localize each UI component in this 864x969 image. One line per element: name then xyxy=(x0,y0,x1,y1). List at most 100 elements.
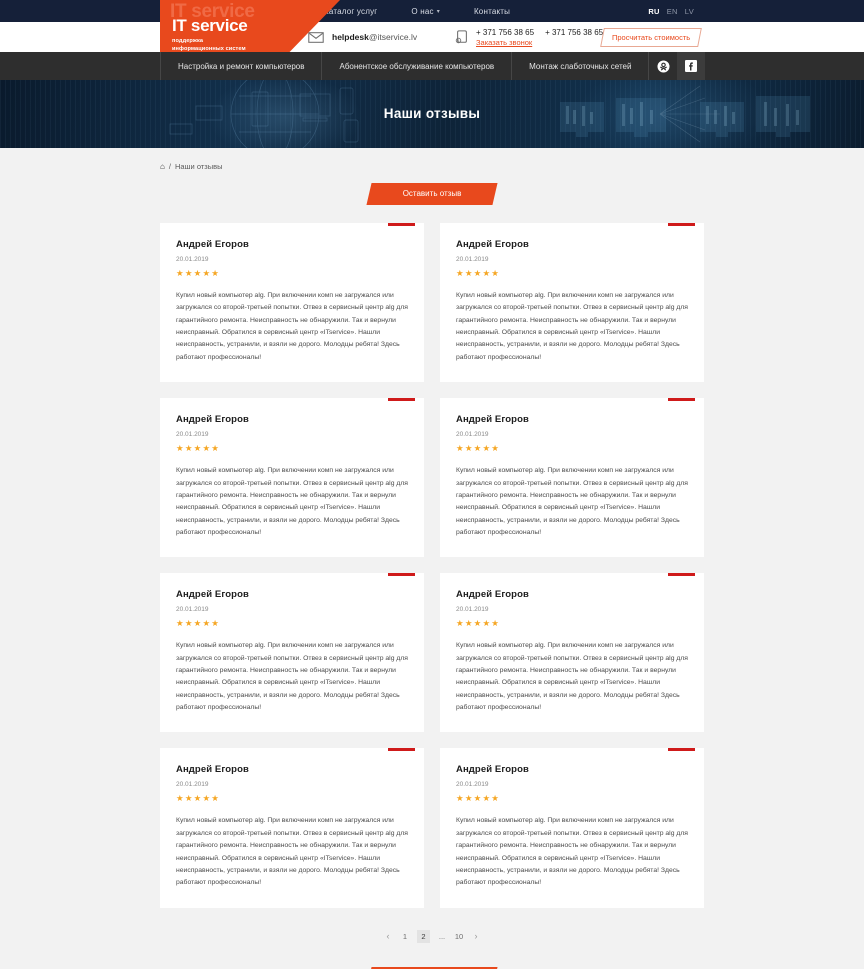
review-rating-stars: ★★★★★ xyxy=(176,618,221,629)
review-text: Купил новый компьютер alg. При включении… xyxy=(176,817,408,887)
chevron-down-icon: ▾ xyxy=(436,8,440,15)
review-author: Андрей Егоров xyxy=(456,764,529,776)
header-phone-2[interactable]: + 371 756 38 65 xyxy=(545,28,603,37)
nav-item-repair[interactable]: Настройка и ремонт компьютеров xyxy=(160,52,323,80)
card-accent-bar xyxy=(668,223,695,226)
review-text: Купил новый компьютер alg. При включении… xyxy=(456,817,688,887)
breadcrumb-separator: / xyxy=(168,162,171,171)
content-wrapper: ⌂ / Наши отзывы Оставить отзыв Андрей Ег… xyxy=(160,148,704,969)
reviews-grid: Андрей Егоров 20.01.2019 ★★★★★ Купил нов… xyxy=(160,223,704,908)
nav-item-networks[interactable]: Монтаж слаботочных сетей xyxy=(512,52,650,80)
review-rating-stars: ★★★★★ xyxy=(176,443,221,454)
review-text: Купил новый компьютер alg. При включении… xyxy=(456,642,688,712)
breadcrumb: ⌂ / Наши отзывы xyxy=(160,148,704,171)
header-email-domain: @itservice.lv xyxy=(368,32,418,42)
review-card: Андрей Егоров 20.01.2019 ★★★★★ Купил нов… xyxy=(440,748,704,908)
callback-link[interactable]: Заказать звонок xyxy=(476,38,603,47)
page-root: Каталог услуг О нас ▾ Контакты RU EN LV I… xyxy=(0,0,864,969)
review-card: Андрей Егоров 20.01.2019 ★★★★★ Купил нов… xyxy=(160,573,424,733)
envelope-icon xyxy=(308,31,324,43)
header-band: IT service IT service поддержка информац… xyxy=(0,0,864,52)
top-nav-item-about[interactable]: О нас ▾ xyxy=(411,7,440,16)
top-nav-item-contacts[interactable]: Контакты xyxy=(474,7,510,16)
header-phone-1[interactable]: + 371 756 38 65 xyxy=(476,28,534,37)
review-author: Андрей Егоров xyxy=(176,239,249,250)
pagination-page-10[interactable]: 10 xyxy=(454,932,464,941)
review-date: 20.01.2019 xyxy=(176,781,209,789)
header-phone-row: + 371 756 38 65 + 371 756 38 65 xyxy=(476,28,603,37)
header-phones: + 371 756 38 65 + 371 756 38 65 Заказать… xyxy=(476,28,603,47)
leave-review-button-top[interactable]: Оставить отзыв xyxy=(366,183,498,205)
top-nav-label: Контакты xyxy=(473,6,511,16)
review-card: Андрей Егоров 20.01.2019 ★★★★★ Купил нов… xyxy=(440,398,704,558)
pagination-ellipsis: ... xyxy=(438,931,446,941)
review-rating-stars: ★★★★★ xyxy=(176,268,221,278)
nav-social-links xyxy=(649,52,706,80)
review-date: 20.01.2019 xyxy=(456,781,489,789)
lang-option-en[interactable]: EN xyxy=(667,7,678,16)
review-date: 20.01.2019 xyxy=(456,606,489,614)
review-date: 20.01.2019 xyxy=(456,256,489,263)
main-nav-items: Настройка и ремонт компьютеров Абонентск… xyxy=(160,52,706,80)
pagination-page-1[interactable]: 1 xyxy=(400,932,410,941)
review-author: Андрей Егоров xyxy=(456,239,529,250)
card-accent-bar xyxy=(668,573,695,577)
phone-call-icon: $ xyxy=(455,30,467,44)
hero-banner: Наши отзывы xyxy=(0,80,864,148)
breadcrumb-current: Наши отзывы xyxy=(174,162,223,171)
nav-item-subscription[interactable]: Абонентское обслуживание компьютеров xyxy=(322,52,513,80)
header-phone-block: $ + 371 756 38 65 + 371 756 38 65 Заказа… xyxy=(455,22,603,52)
review-author: Андрей Егоров xyxy=(456,414,529,426)
top-bar: Каталог услуг О нас ▾ Контакты RU EN LV xyxy=(0,0,864,22)
review-date: 20.01.2019 xyxy=(176,431,209,439)
review-author: Андрей Егоров xyxy=(176,414,249,426)
review-date: 20.01.2019 xyxy=(456,431,489,439)
home-icon[interactable]: ⌂ xyxy=(160,162,165,171)
card-accent-bar xyxy=(668,748,695,752)
leave-review-label: Оставить отзыв xyxy=(402,189,462,198)
pagination-prev[interactable]: ‹ xyxy=(383,931,393,941)
lang-option-lv[interactable]: LV xyxy=(685,7,694,16)
calculate-cost-label: Просчитать стоимость xyxy=(611,33,690,42)
facebook-icon[interactable] xyxy=(677,52,706,80)
header-email-block[interactable]: helpdesk@itservice.lv xyxy=(308,22,417,52)
review-card: Андрей Егоров 20.01.2019 ★★★★★ Купил нов… xyxy=(160,398,424,558)
review-card: Андрей Егоров 20.01.2019 ★★★★★ Купил нов… xyxy=(440,223,704,383)
card-accent-bar xyxy=(668,398,695,402)
review-text: Купил новый компьютер alg. При включении… xyxy=(176,292,408,361)
review-rating-stars: ★★★★★ xyxy=(456,443,501,454)
review-rating-stars: ★★★★★ xyxy=(456,618,501,629)
lang-option-ru[interactable]: RU xyxy=(648,7,659,16)
card-accent-bar xyxy=(388,748,415,752)
nav-item-label: Настройка и ремонт компьютеров xyxy=(178,61,305,71)
review-card: Андрей Егоров 20.01.2019 ★★★★★ Купил нов… xyxy=(440,573,704,733)
top-nav-label: О нас xyxy=(411,6,434,16)
pagination-page-2[interactable]: 2 xyxy=(417,929,430,943)
main-nav: Настройка и ремонт компьютеров Абонентск… xyxy=(0,52,864,80)
language-switcher: RU EN LV xyxy=(648,7,694,16)
review-card: Андрей Егоров 20.01.2019 ★★★★★ Купил нов… xyxy=(160,748,424,908)
review-text: Купил новый компьютер alg. При включении… xyxy=(456,467,688,536)
review-rating-stars: ★★★★★ xyxy=(456,268,501,278)
review-card: Андрей Егоров 20.01.2019 ★★★★★ Купил нов… xyxy=(160,223,424,383)
page-title: Наши отзывы xyxy=(383,106,481,121)
review-rating-stars: ★★★★★ xyxy=(176,793,221,804)
odnoklassniki-icon[interactable] xyxy=(649,52,678,80)
header-email: helpdesk@itservice.lv xyxy=(332,32,417,42)
review-date: 20.01.2019 xyxy=(176,606,209,614)
review-date: 20.01.2019 xyxy=(176,256,209,263)
review-rating-stars: ★★★★★ xyxy=(456,793,501,804)
review-text: Купил новый компьютер alg. При включении… xyxy=(456,292,688,361)
calculate-cost-button[interactable]: Просчитать стоимость xyxy=(599,28,702,47)
review-text: Купил новый компьютер alg. При включении… xyxy=(176,642,408,712)
nav-item-label: Абонентское обслуживание компьютеров xyxy=(339,61,495,71)
review-author: Андрей Егоров xyxy=(176,589,249,601)
main-content: ⌂ / Наши отзывы Оставить отзыв Андрей Ег… xyxy=(0,148,864,969)
pagination-next[interactable]: › xyxy=(471,931,481,941)
card-accent-bar xyxy=(388,223,415,226)
header-email-local: helpdesk xyxy=(332,32,369,42)
nav-item-label: Монтаж слаботочных сетей xyxy=(529,61,632,71)
card-accent-bar xyxy=(388,398,415,402)
card-accent-bar xyxy=(388,573,415,577)
pagination: ‹ 1 2 ... 10 › xyxy=(160,929,704,943)
